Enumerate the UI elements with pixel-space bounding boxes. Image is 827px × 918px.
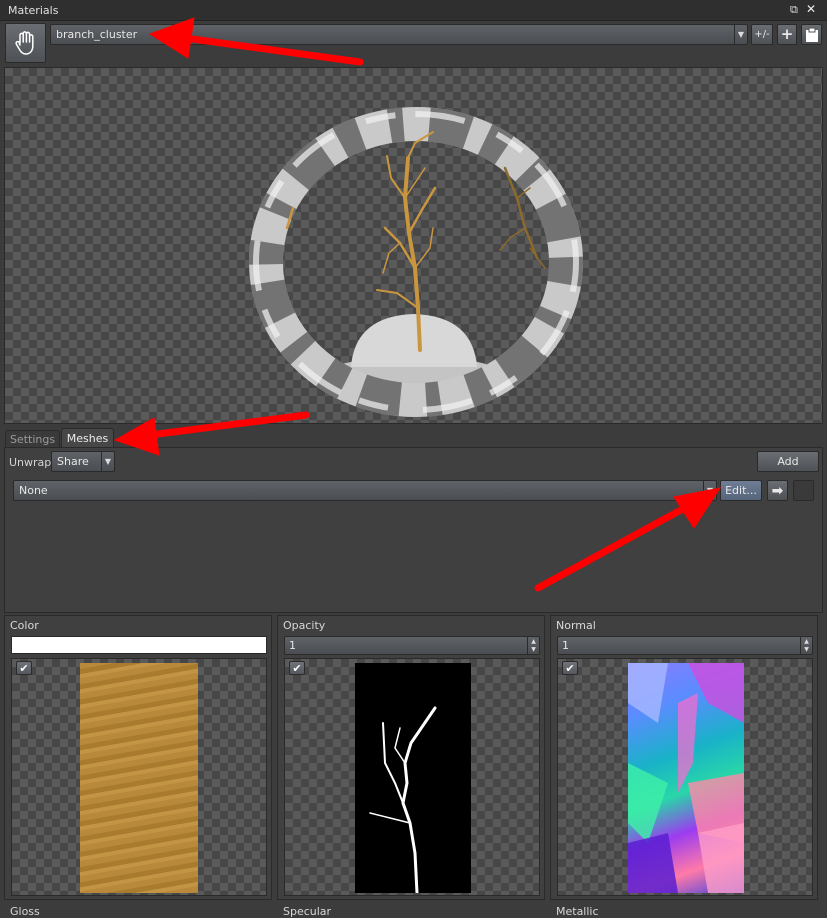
mesh-color-swatch[interactable]: [793, 480, 814, 501]
paste-button[interactable]: [801, 24, 822, 45]
normal-value: 1: [562, 639, 569, 652]
clipboard-icon: [805, 27, 818, 42]
normal-texture-preview[interactable]: ✔: [557, 658, 813, 896]
check-icon: ✔: [565, 661, 575, 675]
material-select-value: branch_cluster: [56, 28, 138, 41]
add-material-button[interactable]: +: [777, 24, 797, 45]
apply-mesh-button[interactable]: ➡: [767, 480, 788, 501]
edit-mesh-label: Edit...: [725, 484, 757, 497]
chevron-down-icon: ▼: [734, 25, 747, 44]
meshes-panel: Unwrap Share ▼ Add None ▼ Edit... ➡: [4, 447, 823, 613]
tab-settings-label: Settings: [9, 433, 56, 446]
chevron-down-icon: ▼: [703, 481, 716, 500]
opacity-label: Opacity: [283, 619, 326, 632]
plus-minus-button[interactable]: +/-: [751, 24, 773, 45]
edit-mesh-button[interactable]: Edit...: [720, 480, 762, 501]
add-mesh-label: Add: [777, 455, 799, 468]
check-icon: ✔: [292, 661, 302, 675]
tab-meshes[interactable]: Meshes: [61, 428, 114, 448]
tab-meshes-label: Meshes: [66, 432, 109, 445]
material-select[interactable]: branch_cluster ▼: [50, 24, 748, 45]
opacity-enabled-checkbox[interactable]: ✔: [289, 661, 305, 675]
arrow-right-icon: ➡: [771, 482, 784, 499]
check-icon: ✔: [19, 661, 29, 675]
preview-model: [249, 107, 583, 417]
color-texture-preview[interactable]: ✔: [11, 658, 267, 896]
color-enabled-checkbox[interactable]: ✔: [16, 661, 32, 675]
window-title: Materials: [8, 4, 59, 17]
color-label: Color: [10, 619, 39, 632]
opacity-branch-mask: [369, 706, 437, 895]
pedestal-dome: [351, 314, 477, 367]
close-icon[interactable]: ✕: [806, 2, 816, 16]
specular-label: Specular: [283, 905, 332, 918]
opacity-texture-panel: Opacity 1 ▲ ▼ ✔: [277, 615, 545, 900]
tab-settings[interactable]: Settings: [5, 430, 60, 448]
normal-enabled-checkbox[interactable]: ✔: [562, 661, 578, 675]
unwrap-select[interactable]: Share ▼: [51, 451, 115, 472]
opacity-texture-preview[interactable]: ✔: [284, 658, 540, 896]
normal-texture-image: [628, 663, 744, 893]
chevron-down-icon: ▼: [101, 452, 114, 471]
opacity-value: 1: [289, 639, 296, 652]
plus-minus-label: +/-: [754, 29, 770, 40]
opacity-value-spinbox[interactable]: 1 ▲ ▼: [284, 636, 540, 655]
normal-map-facets: [628, 663, 744, 893]
gloss-label: Gloss: [10, 905, 40, 918]
color-swatch[interactable]: [11, 636, 267, 654]
color-texture-image: [80, 663, 198, 893]
metallic-label: Metallic: [556, 905, 599, 918]
plus-icon: +: [780, 25, 794, 43]
spin-arrows-icon: ▲ ▼: [800, 637, 812, 654]
title-bar: Materials ⧉ ✕: [0, 0, 827, 21]
mesh-select[interactable]: None ▼: [13, 480, 717, 501]
unwrap-label: Unwrap: [9, 456, 52, 469]
color-texture-panel: Color ✔: [4, 615, 272, 900]
normal-value-spinbox[interactable]: 1 ▲ ▼: [557, 636, 813, 655]
unwrap-select-value: Share: [57, 455, 89, 468]
spin-arrows-icon: ▲ ▼: [527, 637, 539, 654]
normal-texture-panel: Normal 1 ▲ ▼ ✔: [550, 615, 818, 900]
hand-tool-button[interactable]: [5, 23, 46, 63]
float-window-icon[interactable]: ⧉: [790, 3, 798, 17]
add-mesh-button[interactable]: Add: [757, 451, 819, 472]
hand-icon: [14, 31, 34, 55]
mesh-select-value: None: [19, 484, 48, 497]
opacity-texture-image: [355, 663, 471, 895]
material-preview-viewport[interactable]: [4, 67, 823, 424]
normal-label: Normal: [556, 619, 596, 632]
